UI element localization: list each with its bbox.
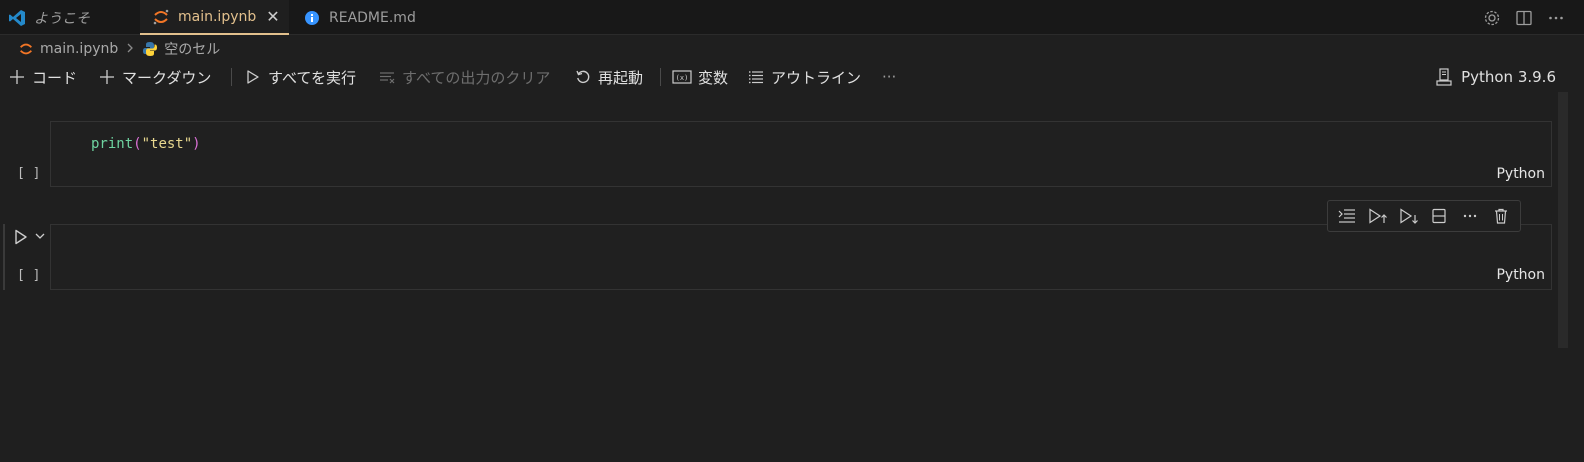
server-environment-icon [1435,68,1453,86]
tab-welcome[interactable]: ようこそ [8,0,90,35]
code-token-function: print [91,136,134,152]
execute-below-icon[interactable] [1398,205,1420,227]
more-label: ··· [882,68,897,86]
more-icon[interactable] [1459,205,1481,227]
svg-text:(x): (x) [676,74,689,82]
kernel-picker[interactable]: Python 3.9.6 [1435,63,1556,91]
code-cell[interactable]: print("test") Python [50,121,1552,187]
clear-all-icon [378,68,396,86]
plus-icon [8,68,26,86]
trash-icon[interactable] [1490,205,1512,227]
variables-icon: (x) [672,68,692,86]
toolbar-divider [231,68,232,86]
tab-readme[interactable]: README.md [303,0,416,35]
code-token-string: "test" [141,136,193,152]
tab-label: ようこそ [34,10,90,27]
close-icon[interactable]: ✕ [266,7,279,26]
outline-label: アウトライン [771,68,862,87]
add-code-cell-button[interactable]: コード [8,67,77,88]
code-token-paren: ( [133,136,142,152]
restart-kernel-button[interactable]: 再起動 [574,67,643,88]
chevron-down-icon[interactable] [34,229,46,243]
tab-label: main.ipynb [178,8,257,25]
toolbar-more-button[interactable]: ··· [882,68,896,86]
run-all-label: すべてを実行 [268,68,357,87]
editor-tab-bar: ようこそ main.ipynb ✕ README.md [0,0,1584,35]
split-cell-icon[interactable] [1428,205,1450,227]
gear-icon[interactable] [1482,8,1502,28]
cell-language-label[interactable]: Python [1496,166,1545,182]
add-markdown-cell-button[interactable]: マークダウン [98,67,211,88]
restart-icon [574,68,592,86]
cell-toolbar [1327,200,1521,232]
split-editor-icon[interactable] [1514,8,1534,28]
tab-main-ipynb[interactable]: main.ipynb ✕ [140,0,289,35]
variables-label: 変数 [698,68,729,87]
code-token-paren: ) [192,136,201,152]
run-all-button[interactable]: すべてを実行 [244,67,356,88]
run-by-line-icon[interactable] [1336,205,1358,227]
breadcrumb: main.ipynb 空のセル [18,38,220,60]
jupyter-icon [18,41,34,57]
kernel-label: Python 3.9.6 [1461,68,1556,86]
editor-actions [1482,0,1566,35]
vscode-logo-icon [8,9,26,27]
execute-above-icon[interactable] [1367,205,1389,227]
add-markdown-label: マークダウン [122,68,212,87]
python-icon [142,41,158,57]
breadcrumb-section[interactable]: 空のセル [164,39,220,59]
outline-list-icon [747,68,765,86]
scrollbar[interactable] [1558,92,1568,348]
restart-label: 再起動 [598,68,644,87]
clear-all-label: すべての出力のクリア [402,68,551,87]
outline-button[interactable]: アウトライン [747,67,861,88]
run-cell-button[interactable] [12,228,30,246]
tab-label: README.md [329,9,416,26]
execution-count: [ ] [17,268,41,283]
info-icon [303,9,321,27]
run-all-icon [244,68,262,86]
execution-count: [ ] [17,166,41,181]
notebook-toolbar: コード マークダウン すべてを実行 すべての出力のクリア 再起動 (x) 変数 [0,63,1584,91]
add-code-label: コード [32,68,78,87]
cell-focus-indicator [3,224,5,290]
more-actions-icon[interactable] [1546,8,1566,28]
variables-button[interactable]: (x) 変数 [672,67,728,88]
empty-code-cell[interactable]: Python [50,224,1552,290]
clear-all-outputs-button[interactable]: すべての出力のクリア [378,67,550,88]
code-editor[interactable]: print("test") [91,136,201,152]
jupyter-icon [152,8,170,26]
chevron-right-icon [126,42,134,56]
breadcrumb-file[interactable]: main.ipynb [40,41,118,57]
toolbar-divider [660,68,661,86]
play-icon [15,229,27,245]
cell-language-label[interactable]: Python [1496,267,1545,283]
plus-icon [98,68,116,86]
